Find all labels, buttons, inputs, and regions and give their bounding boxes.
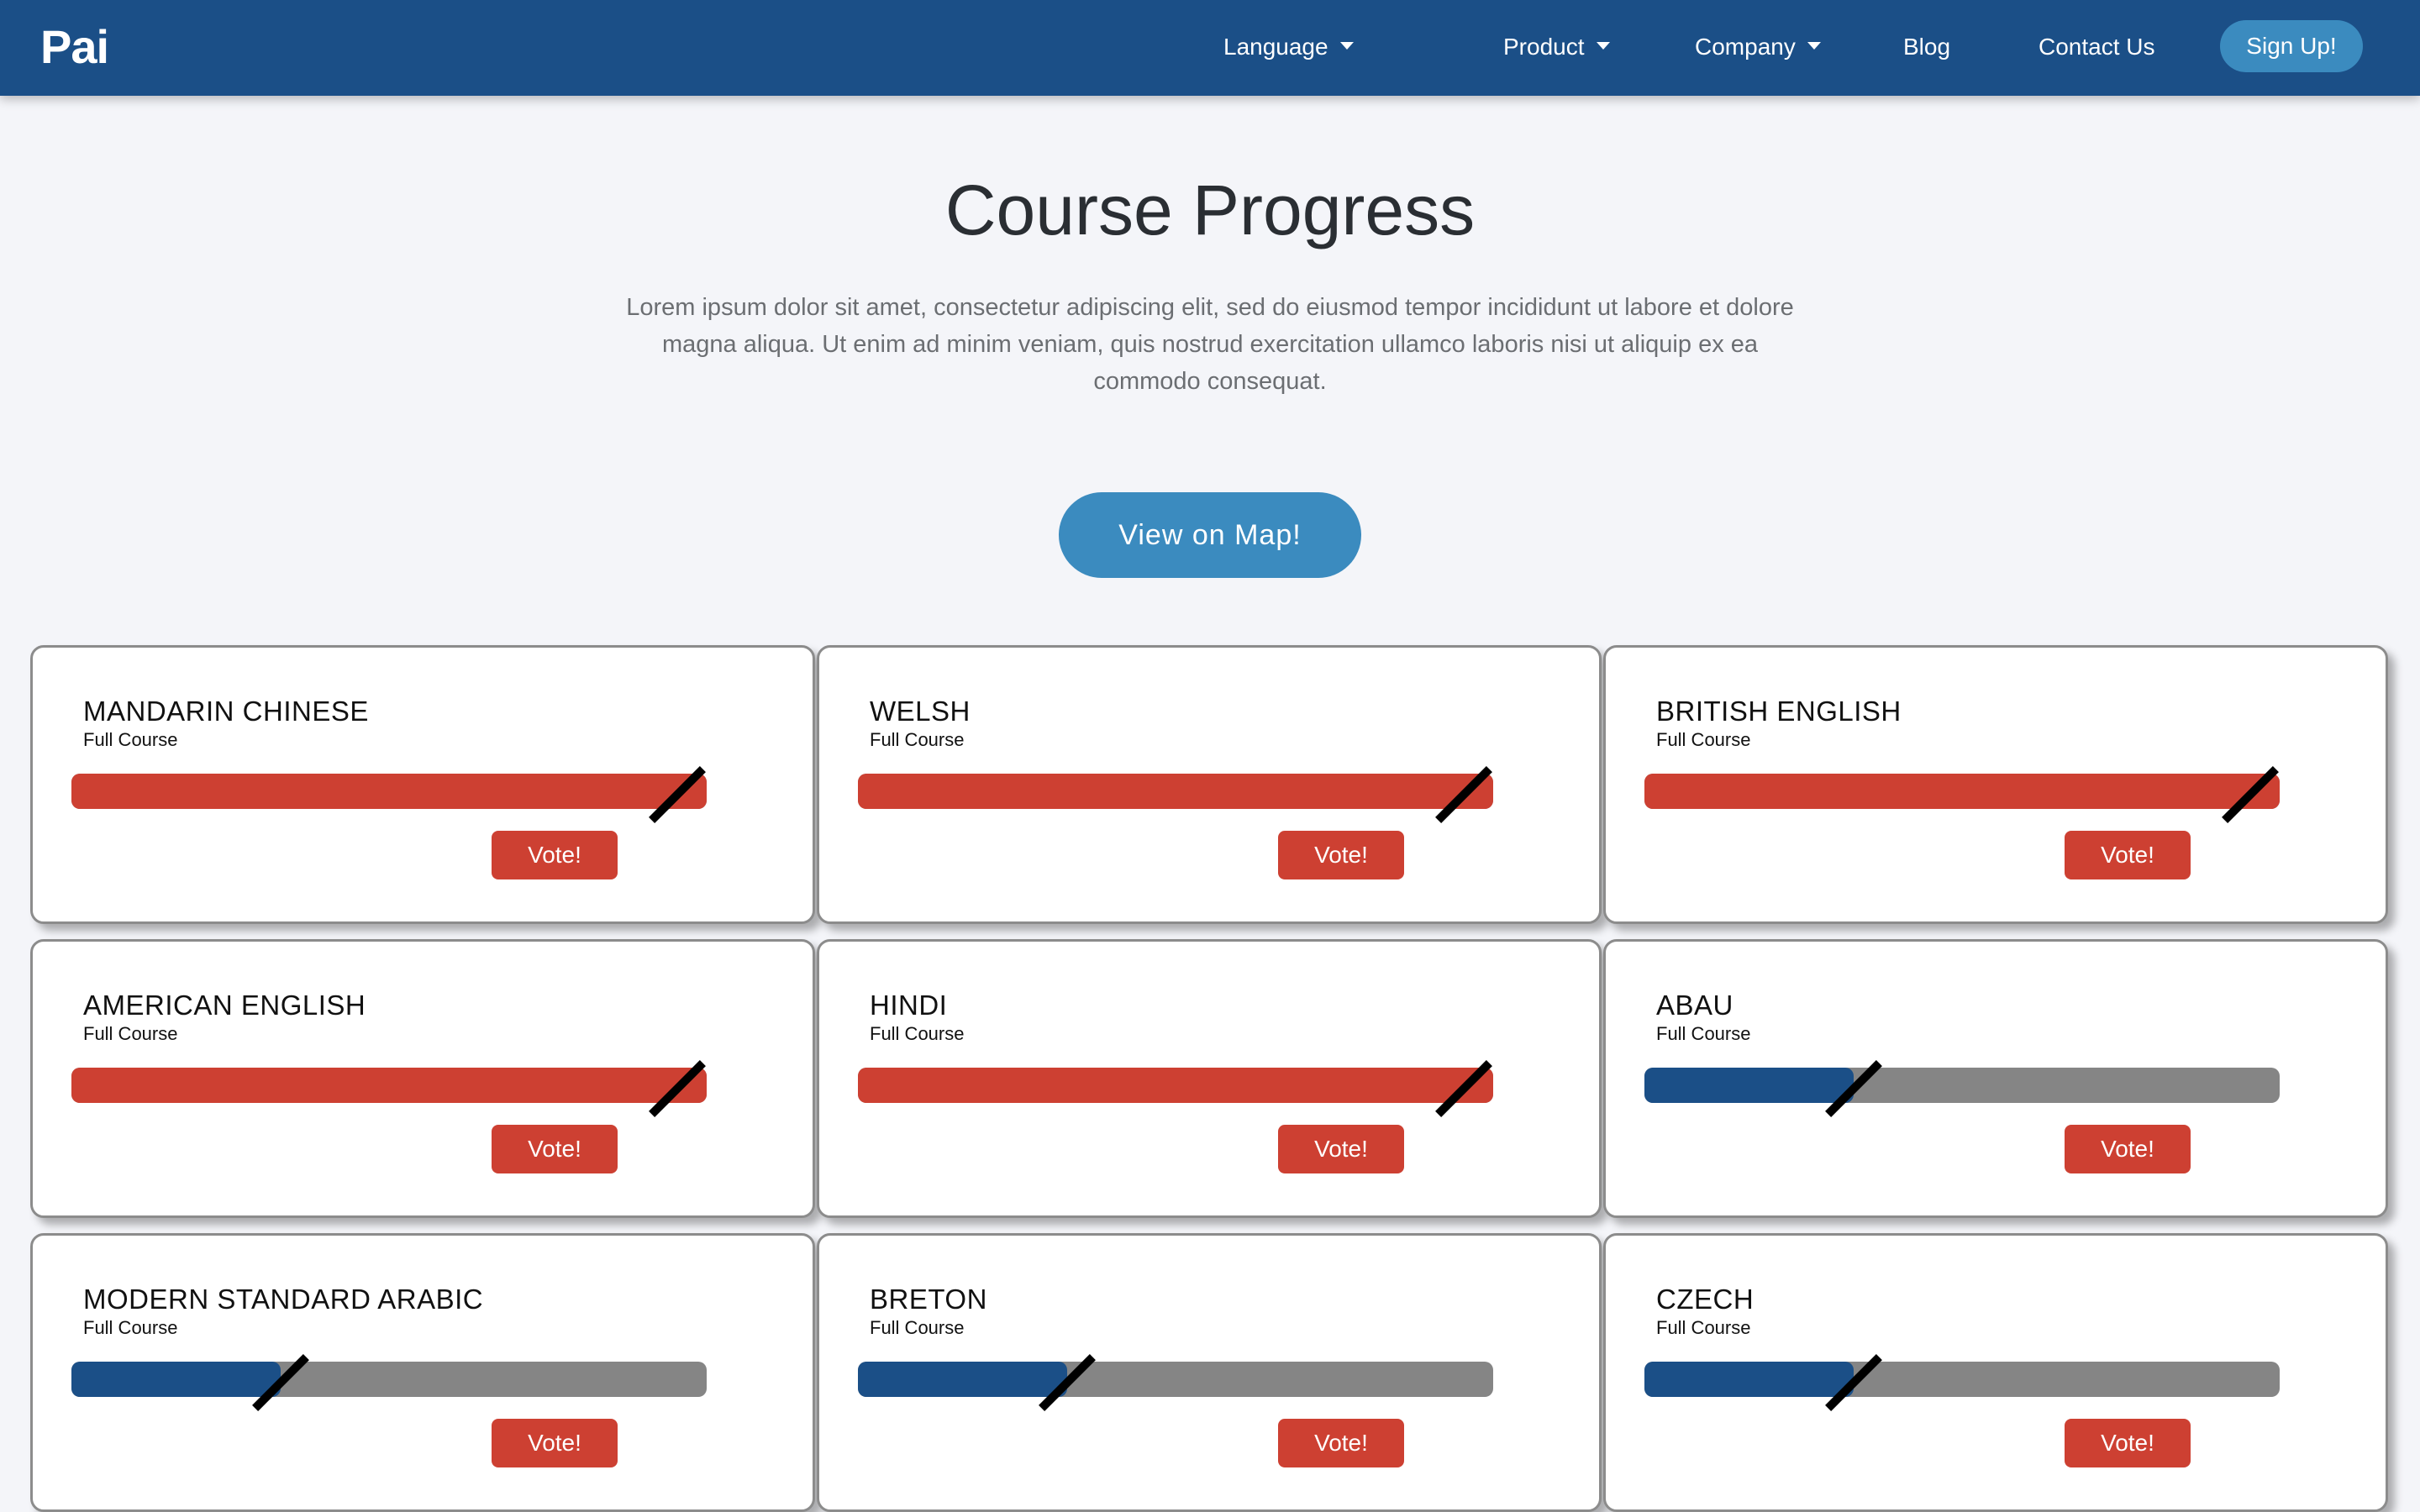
course-card: BRETON Full Course Vote! (817, 1233, 1602, 1512)
view-on-map-button[interactable]: View on Map! (1059, 492, 1361, 578)
course-subtitle: Full Course (1656, 1023, 1751, 1044)
vote-button[interactable]: Vote! (1278, 1419, 1404, 1467)
course-name: BRETON (870, 1284, 987, 1315)
vote-button[interactable]: Vote! (1278, 831, 1404, 879)
progress-bar-fill (858, 774, 1493, 809)
progress-bar (1644, 766, 2280, 823)
vote-button[interactable]: Vote! (492, 1125, 618, 1173)
progress-bar-fill (1644, 774, 2280, 809)
course-name: CZECH (1656, 1284, 1754, 1315)
course-name: MODERN STANDARD ARABIC (83, 1284, 484, 1315)
course-card: MODERN STANDARD ARABIC Full Course Vote! (30, 1233, 815, 1512)
course-name: AMERICAN ENGLISH (83, 990, 366, 1021)
progress-bar (1644, 1354, 2280, 1411)
vote-button[interactable]: Vote! (2065, 1125, 2191, 1173)
nav-company-dropdown[interactable]: Company (1695, 30, 1821, 64)
course-card: BRITISH ENGLISH Full Course Vote! (1603, 645, 2388, 924)
progress-bar-fill (71, 1068, 707, 1103)
progress-bar (1644, 1060, 2280, 1117)
progress-bar (858, 766, 1493, 823)
course-card: ABAU Full Course Vote! (1603, 939, 2388, 1218)
course-card: CZECH Full Course Vote! (1603, 1233, 2388, 1512)
progress-bar (71, 766, 707, 823)
nav-company-label: Company (1695, 34, 1796, 60)
course-subtitle: Full Course (870, 1317, 965, 1338)
progress-bar (71, 1354, 707, 1411)
course-name: BRITISH ENGLISH (1656, 696, 1902, 727)
nav-language-label: Language (1223, 34, 1328, 60)
progress-bar-fill (1644, 1068, 1854, 1103)
course-subtitle: Full Course (1656, 1317, 1751, 1338)
vote-button[interactable]: Vote! (492, 1419, 618, 1467)
course-card: AMERICAN ENGLISH Full Course Vote! (30, 939, 815, 1218)
nav-blog-link[interactable]: Blog (1903, 30, 1950, 64)
navbar: Pai Language Product Company Blog Contac… (0, 0, 2420, 96)
course-card: WELSH Full Course Vote! (817, 645, 1602, 924)
vote-button[interactable]: Vote! (492, 831, 618, 879)
course-subtitle: Full Course (83, 729, 178, 750)
logo[interactable]: Pai (40, 22, 109, 72)
nav-language-dropdown[interactable]: Language (1223, 30, 1354, 64)
nav-contact-link[interactable]: Contact Us (2039, 30, 2155, 64)
course-subtitle: Full Course (1656, 729, 1751, 750)
nav-product-label: Product (1503, 34, 1585, 60)
course-subtitle: Full Course (870, 1023, 965, 1044)
course-subtitle: Full Course (870, 729, 965, 750)
progress-bar (858, 1060, 1493, 1117)
caret-down-icon (1339, 42, 1354, 50)
progress-bar-fill (858, 1068, 1493, 1103)
course-name: MANDARIN CHINESE (83, 696, 369, 727)
course-subtitle: Full Course (83, 1317, 178, 1338)
page-title: Course Progress (944, 171, 1476, 249)
vote-button[interactable]: Vote! (1278, 1125, 1404, 1173)
course-subtitle: Full Course (83, 1023, 178, 1044)
progress-bar (858, 1354, 1493, 1411)
course-card: MANDARIN CHINESE Full Course Vote! (30, 645, 815, 924)
caret-down-icon (1596, 42, 1610, 50)
intro-text: Lorem ipsum dolor sit amet, consectetur … (626, 294, 1794, 395)
progress-bar-fill (71, 774, 707, 809)
course-name: ABAU (1656, 990, 1733, 1021)
vote-button[interactable]: Vote! (2065, 1419, 2191, 1467)
progress-bar (71, 1060, 707, 1117)
progress-bar-fill (858, 1362, 1067, 1397)
caret-down-icon (1807, 42, 1821, 50)
vote-button[interactable]: Vote! (2065, 831, 2191, 879)
course-card: HINDI Full Course Vote! (817, 939, 1602, 1218)
nav-product-dropdown[interactable]: Product (1503, 30, 1610, 64)
course-name: WELSH (870, 696, 971, 727)
progress-bar-fill (71, 1362, 281, 1397)
progress-bar-fill (1644, 1362, 1854, 1397)
course-name: HINDI (870, 990, 948, 1021)
sign-up-button[interactable]: Sign Up! (2220, 20, 2363, 72)
